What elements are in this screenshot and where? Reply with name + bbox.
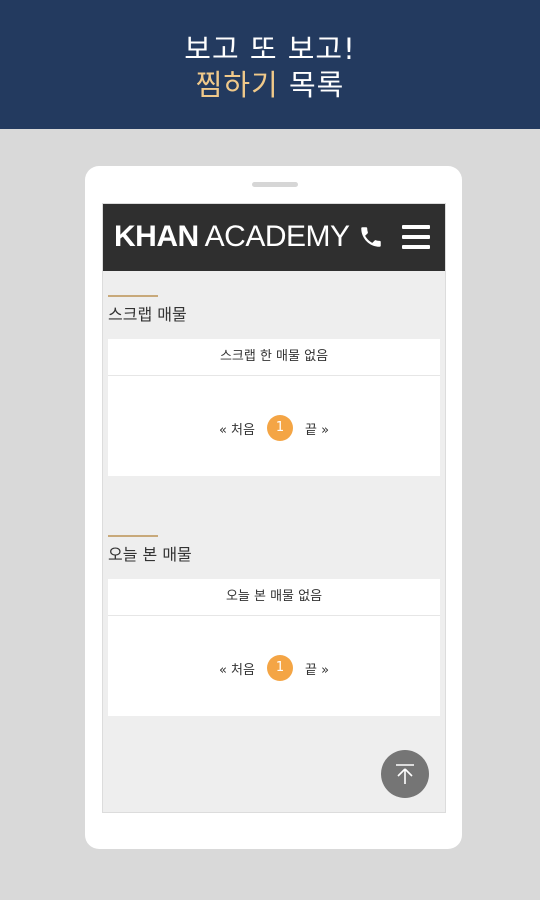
logo-thin-text: ACADEMY: [204, 220, 350, 253]
promo-banner: 보고 또 보고! 찜하기 목록: [0, 0, 540, 129]
app-logo[interactable]: KHAN ACADEMY: [114, 220, 350, 254]
scrap-section-title: 스크랩 매물: [108, 295, 187, 325]
app-header: KHAN ACADEMY: [103, 204, 445, 271]
menu-icon[interactable]: [402, 224, 430, 250]
scrap-page-1[interactable]: 1: [266, 415, 293, 441]
promo-highlight: 찜하기: [195, 68, 279, 102]
today-page-1[interactable]: 1: [266, 655, 293, 681]
today-empty-message: 오늘 본 매물 없음: [108, 579, 440, 616]
scroll-top-icon[interactable]: [381, 750, 429, 798]
today-first-link[interactable]: « 처음: [219, 659, 255, 678]
scrap-first-link[interactable]: « 처음: [219, 419, 255, 438]
scrap-empty-message: 스크랩 한 매물 없음: [108, 339, 440, 376]
scrap-panel: 스크랩 한 매물 없음 « 처음 1 끝 »: [108, 339, 440, 476]
promo-subheadline: 찜하기 목록: [0, 62, 540, 104]
promo-subheadline-rest: 목록: [288, 68, 345, 102]
scrap-last-link[interactable]: 끝 »: [305, 419, 329, 438]
device-frame: KHAN ACADEMY 스크랩 매물 스크랩 한 매물 없음 « 처음 1 끝 …: [85, 166, 462, 849]
scrap-pagination: « 처음 1 끝 »: [108, 413, 440, 443]
app-screen: KHAN ACADEMY 스크랩 매물 스크랩 한 매물 없음 « 처음 1 끝 …: [102, 203, 446, 813]
phone-icon[interactable]: [358, 224, 384, 250]
today-last-link[interactable]: 끝 »: [305, 659, 329, 678]
logo-bold-text: KHAN: [114, 220, 199, 253]
today-section-title: 오늘 본 매물: [108, 535, 192, 565]
today-panel: 오늘 본 매물 없음 « 처음 1 끝 »: [108, 579, 440, 716]
today-pagination: « 처음 1 끝 »: [108, 653, 440, 683]
device-speaker: [252, 182, 298, 187]
